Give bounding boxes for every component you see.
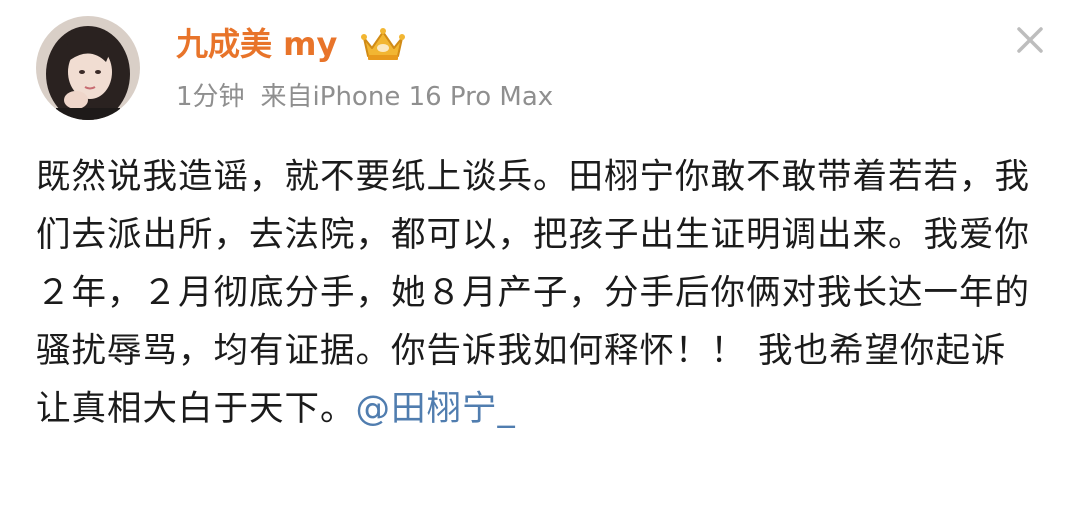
close-icon[interactable] [1010, 20, 1050, 60]
post-text: 既然说我造谣，就不要纸上谈兵。田栩宁你敢不敢带着若若，我们去派出所，去法院，都可… [36, 148, 1036, 438]
username[interactable]: 九成美 my [176, 24, 337, 64]
crown-icon [360, 24, 406, 64]
mention-link[interactable]: @田栩宁_ [356, 389, 516, 429]
post-time: 1分钟 [176, 82, 245, 112]
post-text-content: 既然说我造谣，就不要纸上谈兵。田栩宁你敢不敢带着若若，我们去派出所，去法院，都可… [36, 157, 1030, 429]
post-meta: 1分钟 来自iPhone 16 Pro Max [176, 80, 553, 114]
weibo-post: 九成美 my 1分钟 来自iPhone 16 Pro Max 既然说我造谣，就不要… [0, 0, 1080, 510]
post-source: 来自iPhone 16 Pro Max [260, 82, 554, 112]
avatar[interactable] [36, 16, 140, 120]
avatar-photo [36, 16, 140, 120]
